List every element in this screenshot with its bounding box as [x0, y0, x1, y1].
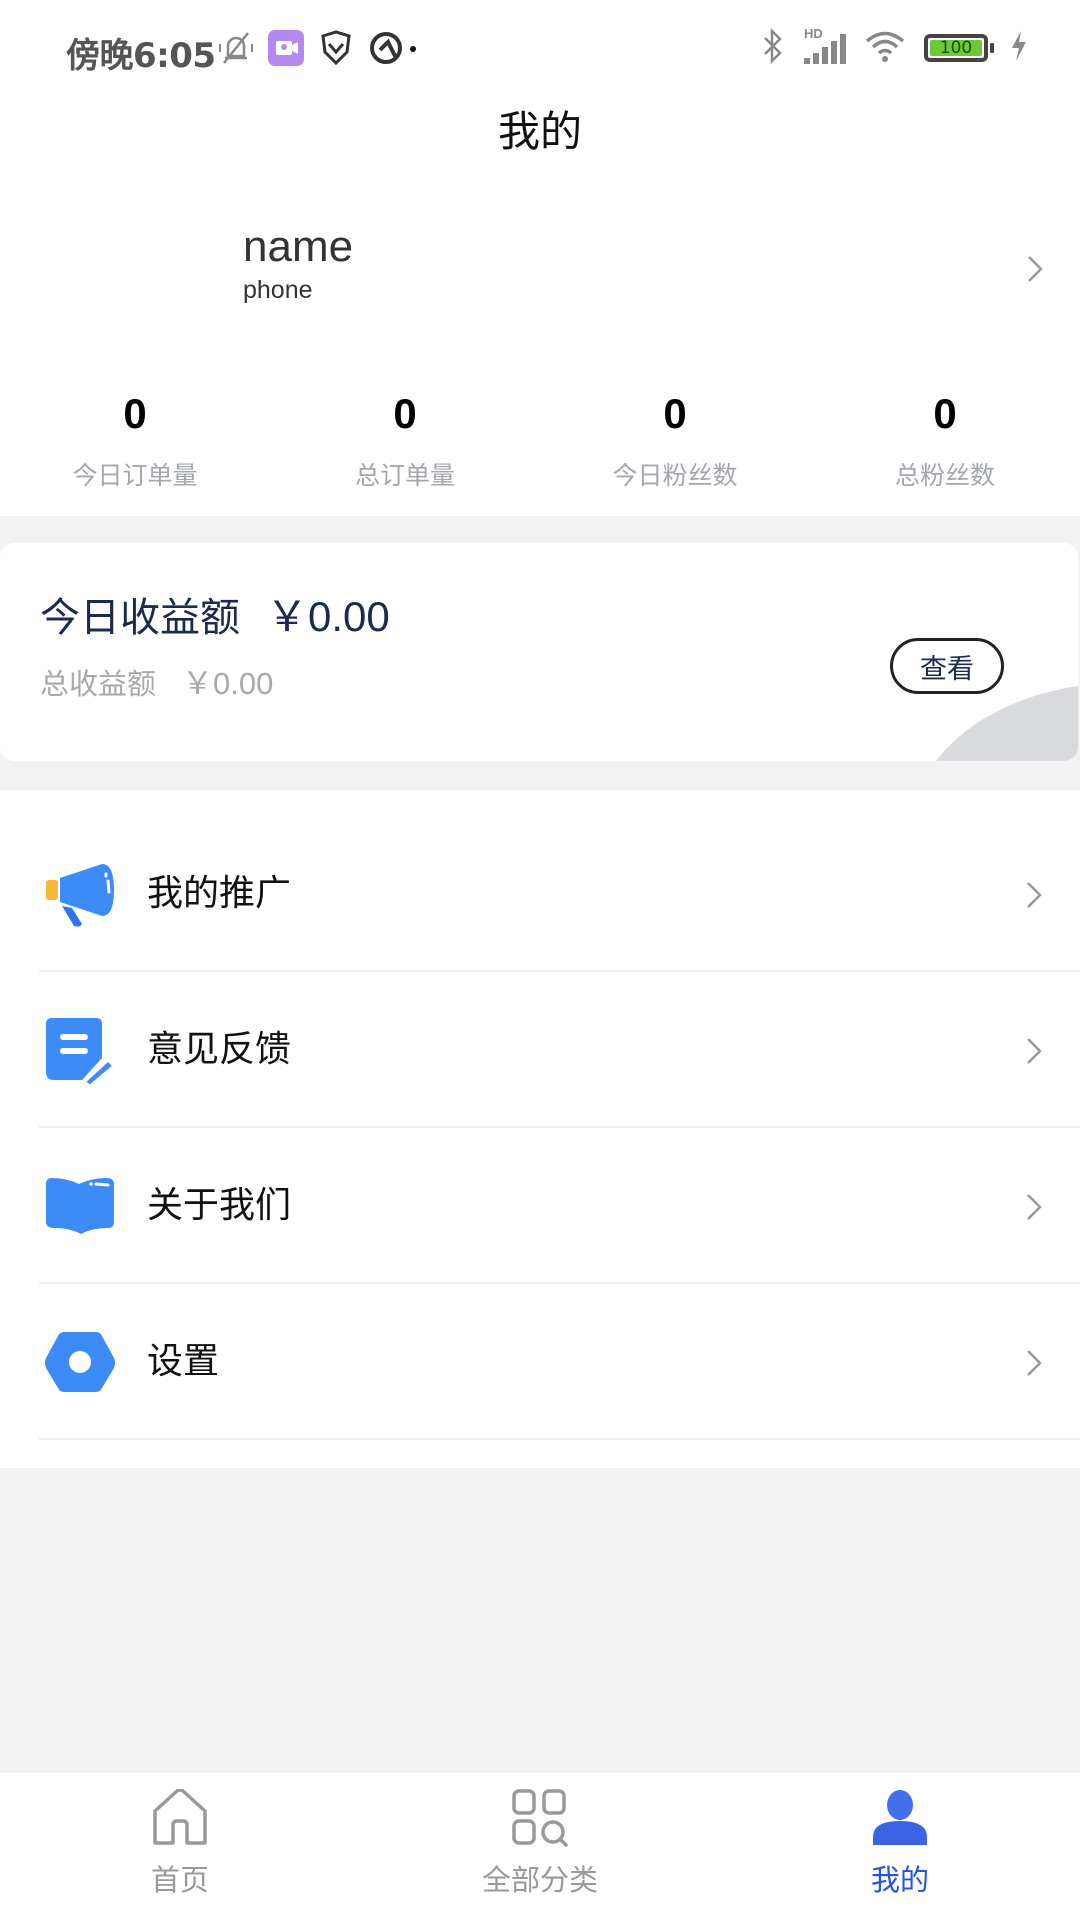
stat-total-fans[interactable]: 0 总粉丝数	[810, 388, 1080, 492]
total-income-amount: ￥0.00	[182, 666, 274, 701]
tab-mine[interactable]: 我的	[720, 1773, 1080, 1920]
tab-label: 我的	[870, 1863, 929, 1897]
stat-today-fans[interactable]: 0 今日粉丝数	[540, 388, 810, 492]
vpn-icon	[368, 30, 404, 66]
view-income-button[interactable]: 查看	[890, 638, 1004, 694]
stat-value: 0	[663, 390, 687, 437]
today-income-amount: ￥0.00	[266, 593, 390, 640]
stat-label: 总订单量	[354, 461, 455, 490]
menu-label: 关于我们	[147, 1185, 292, 1226]
chevron-right-icon	[1025, 1192, 1043, 1222]
tab-home[interactable]: 首页	[0, 1773, 360, 1920]
bluetooth-icon	[762, 27, 784, 68]
divider	[39, 1438, 1080, 1440]
income-card: 今日收益额 ￥0.00 总收益额 ￥0.00 查看	[0, 543, 1078, 761]
video-app-icon	[268, 30, 304, 66]
profile-phone: phone	[243, 276, 313, 304]
status-bar: 傍晚6:05 HD 100	[0, 0, 1080, 96]
book-icon	[44, 1170, 118, 1244]
stats-row: 0 今日订单量 0 总订单量 0 今日粉丝数 0 总粉丝数	[0, 388, 1080, 492]
tab-label: 全部分类	[481, 1863, 598, 1897]
page-title: 我的	[497, 107, 582, 156]
status-right-icons: HD 100	[762, 26, 1028, 68]
menu-item-promotion[interactable]: 我的推广	[0, 816, 1080, 972]
bottom-tab-bar: 首页 全部分类 我的	[0, 1773, 1080, 1920]
shield-icon	[320, 30, 352, 66]
menu-item-settings[interactable]: 设置	[0, 1284, 1080, 1440]
stat-value: 0	[123, 390, 147, 437]
chevron-right-icon	[1025, 1036, 1043, 1066]
hd-signal-icon: HD	[802, 26, 846, 66]
menu-list: 我的推广 意见反馈 关于我们 设置	[0, 790, 1080, 1468]
menu-item-about[interactable]: 关于我们	[0, 1128, 1080, 1284]
chevron-right-icon	[1026, 254, 1044, 284]
total-income: 总收益额 ￥0.00	[40, 658, 273, 703]
user-icon	[871, 1789, 929, 1847]
chevron-right-icon	[1025, 880, 1043, 910]
menu-label: 我的推广	[147, 873, 292, 914]
settings-hex-icon	[44, 1326, 118, 1400]
wifi-icon	[864, 28, 906, 68]
profile-row[interactable]: name phone	[0, 180, 1080, 350]
stat-label: 总粉丝数	[894, 461, 995, 490]
decorative-blob	[910, 683, 1078, 761]
battery-level: 100	[930, 38, 982, 58]
category-icon	[511, 1789, 569, 1847]
tab-categories[interactable]: 全部分类	[360, 1773, 720, 1920]
stat-label: 今日粉丝数	[612, 461, 738, 490]
stat-label: 今日订单量	[72, 461, 198, 490]
today-income: 今日收益额 ￥0.00	[40, 583, 390, 644]
menu-label: 设置	[147, 1341, 220, 1382]
charging-icon	[1010, 30, 1028, 66]
chevron-right-icon	[1025, 1348, 1043, 1378]
total-income-label: 总收益额	[40, 667, 157, 701]
battery-icon: 100	[924, 34, 994, 62]
feedback-note-icon	[44, 1014, 118, 1088]
menu-label: 意见反馈	[147, 1029, 292, 1070]
stat-total-orders[interactable]: 0 总订单量	[270, 388, 540, 492]
home-icon	[151, 1788, 209, 1847]
dot-icon	[410, 46, 416, 52]
today-income-label: 今日收益额	[40, 595, 240, 641]
stat-today-orders[interactable]: 0 今日订单量	[0, 388, 270, 492]
bell-muted-icon	[216, 30, 256, 66]
stat-value: 0	[393, 390, 417, 437]
megaphone-icon	[44, 858, 118, 932]
profile-name: name	[243, 222, 354, 271]
tab-label: 首页	[150, 1863, 209, 1897]
status-time: 傍晚6:05	[66, 36, 216, 76]
menu-item-feedback[interactable]: 意见反馈	[0, 972, 1080, 1128]
stat-value: 0	[933, 390, 957, 437]
